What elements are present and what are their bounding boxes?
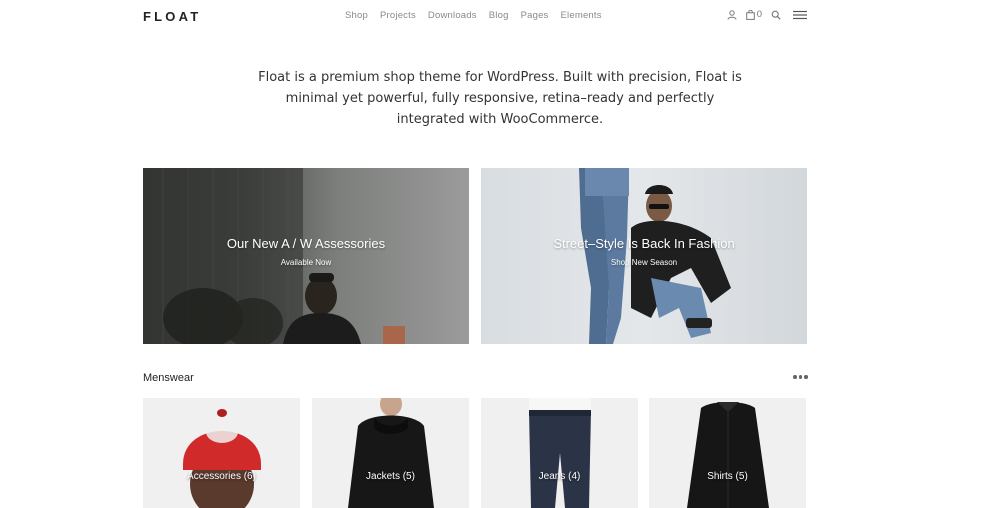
product-label: Jeans (4) [538,471,581,482]
header-tools: 0 [727,9,807,20]
nav-projects[interactable]: Projects [380,10,416,21]
nav-elements[interactable]: Elements [561,10,602,21]
intro-line: minimal yet powerful, fully responsive, … [285,91,715,106]
cart-button[interactable]: 0 [745,9,762,20]
dot [798,375,802,379]
product-tile-jeans[interactable]: Jeans (4) [481,398,638,508]
user-icon[interactable] [727,9,737,20]
product-tile-jackets[interactable]: Jackets (5) [312,398,469,508]
search-icon[interactable] [771,10,781,20]
more-options-icon[interactable] [793,375,808,379]
banner-title: Our New A / W Assessories [226,236,386,251]
banner-street-style[interactable]: Street–Style Is Back In Fashion Shop New… [481,168,807,344]
dot [793,375,797,379]
product-label: Shirts (5) [707,471,748,482]
nav-downloads[interactable]: Downloads [428,10,477,21]
intro-line: Float is a premium shop theme for WordPr… [258,70,742,85]
site-logo[interactable]: FLOAT [143,9,201,24]
nav-shop[interactable]: Shop [345,10,368,21]
banner-title: Street–Style Is Back In Fashion [553,236,735,251]
site-header: FLOAT Shop Projects Downloads Blog Pages… [0,0,1000,34]
menu-icon[interactable] [793,10,807,20]
banner-photo [143,168,405,344]
product-tile-shirts[interactable]: Shirts (5) [649,398,806,508]
bag-icon [745,9,755,20]
product-image [183,409,261,508]
intro-line: integrated with WooCommerce. [396,112,604,127]
nav-blog[interactable]: Blog [489,10,509,21]
banner-subtitle[interactable]: Available Now [143,258,469,267]
product-label: Accessories (6) [187,471,256,482]
product-image [687,402,769,508]
nav-pages[interactable]: Pages [521,10,549,21]
banner-accessories[interactable]: Our New A / W Assessories Available Now [143,168,469,344]
main-nav: Shop Projects Downloads Blog Pages Eleme… [345,10,614,21]
product-label: Jackets (5) [366,471,415,482]
banner-subtitle[interactable]: Shop New Season [481,258,807,267]
product-tile-accessories[interactable]: Accessories (6) [143,398,300,508]
intro-text: Float is a premium shop theme for WordPr… [200,67,800,130]
cart-count: 0 [756,9,762,20]
section-title: Menswear [143,372,194,384]
dot [804,375,808,379]
product-image [348,398,434,508]
banner-photo [579,168,731,344]
product-image [529,398,591,508]
